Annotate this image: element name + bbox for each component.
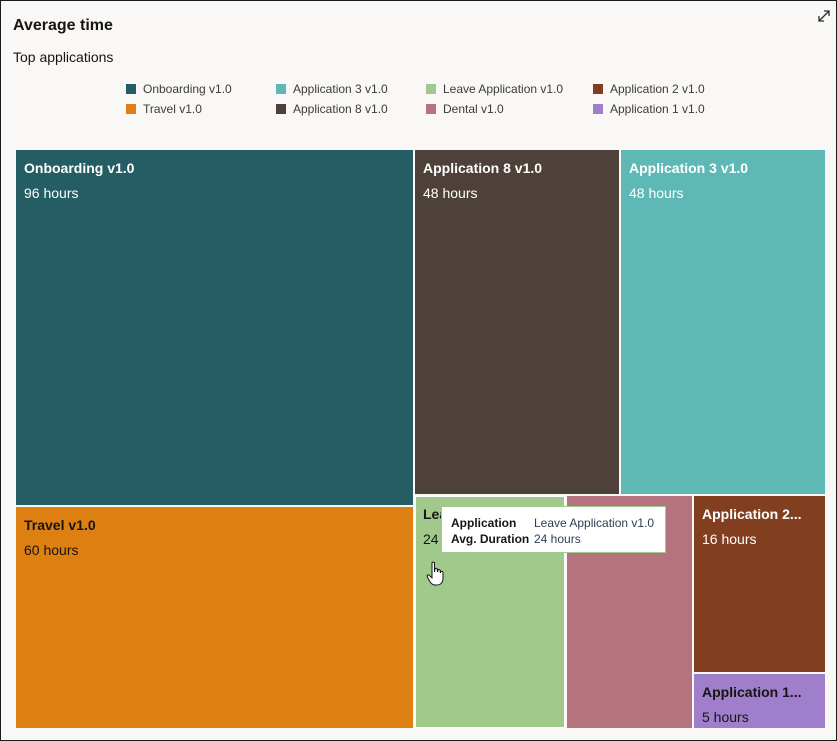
tile-label: Application 8 v1.0 [423, 160, 543, 176]
treemap: Onboarding v1.0 96 hours Travel v1.0 60 hou… [15, 149, 826, 729]
legend-item[interactable]: Travel v1.0 [126, 101, 276, 116]
tile-value: 60 hours [24, 542, 79, 558]
tooltip-row-duration: Avg. Duration 24 hours [451, 532, 581, 546]
legend-label: Dental v1.0 [443, 101, 504, 116]
chart-panel: Average time Top applications Onboarding… [0, 0, 837, 741]
tile-label: Onboarding v1.0 [24, 160, 135, 176]
tile-value: 96 hours [24, 185, 79, 201]
tooltip-key: Avg. Duration [451, 532, 530, 546]
tile-label: Application 2... [702, 506, 802, 522]
legend-item[interactable]: Application 1 v1.0 [593, 101, 743, 116]
legend-label: Application 2 v1.0 [610, 81, 705, 96]
legend-swatch [126, 83, 136, 94]
legend-item[interactable]: Application 8 v1.0 [276, 101, 426, 116]
tile-value: 16 hours [702, 531, 757, 547]
legend-label: Application 8 v1.0 [293, 101, 388, 116]
legend-item[interactable]: Application 3 v1.0 [276, 81, 426, 96]
legend-swatch [593, 103, 603, 114]
tile-value: 5 hours [702, 709, 749, 725]
legend-label: Application 1 v1.0 [610, 101, 705, 116]
legend-swatch [276, 103, 286, 114]
tile-label: Application 3 v1.0 [629, 160, 749, 176]
tooltip-value: Leave Application v1.0 [534, 516, 655, 530]
treemap-tile[interactable]: Application 2... 16 hours [693, 495, 826, 673]
legend-swatch [426, 103, 436, 114]
legend-item[interactable]: Dental v1.0 [426, 101, 593, 116]
tile-label: Application 1... [702, 684, 802, 700]
tooltip: Application Leave Application v1.0 Avg. D… [441, 506, 666, 553]
legend-label: Travel v1.0 [143, 101, 202, 116]
legend-swatch [426, 83, 436, 94]
chart-legend: Onboarding v1.0 Application 3 v1.0 Leave… [126, 81, 743, 116]
legend-swatch [126, 103, 136, 114]
legend-item[interactable]: Application 2 v1.0 [593, 81, 743, 96]
chart-title: Average time [13, 17, 113, 34]
legend-item[interactable]: Leave Application v1.0 [426, 81, 593, 96]
tile-value: 24 [423, 531, 439, 547]
legend-item[interactable]: Onboarding v1.0 [126, 81, 276, 96]
tile-value: 48 hours [629, 185, 684, 201]
treemap-tile[interactable]: Application 3 v1.0 48 hours [620, 149, 826, 495]
legend-swatch [276, 83, 286, 94]
treemap-tile[interactable]: Application 8 v1.0 48 hours [414, 149, 620, 495]
treemap-tile[interactable]: Travel v1.0 60 hours [15, 506, 414, 729]
legend-label: Application 3 v1.0 [293, 81, 388, 96]
legend-swatch [593, 83, 603, 94]
treemap-tile[interactable]: Onboarding v1.0 96 hours [15, 149, 414, 506]
tooltip-row-application: Application Leave Application v1.0 [451, 516, 654, 530]
tile-value: 48 hours [423, 185, 478, 201]
tooltip-key: Application [451, 516, 517, 530]
tooltip-value: 24 hours [534, 532, 581, 546]
legend-label: Leave Application v1.0 [443, 81, 564, 96]
tile-label: Travel v1.0 [24, 517, 96, 533]
hand-cursor-icon [426, 561, 446, 587]
legend-label: Onboarding v1.0 [143, 81, 232, 96]
chart-subtitle: Top applications [13, 49, 114, 65]
expand-arrows-icon[interactable] [815, 7, 833, 25]
treemap-tile[interactable]: Application 1... 5 hours [693, 673, 826, 729]
